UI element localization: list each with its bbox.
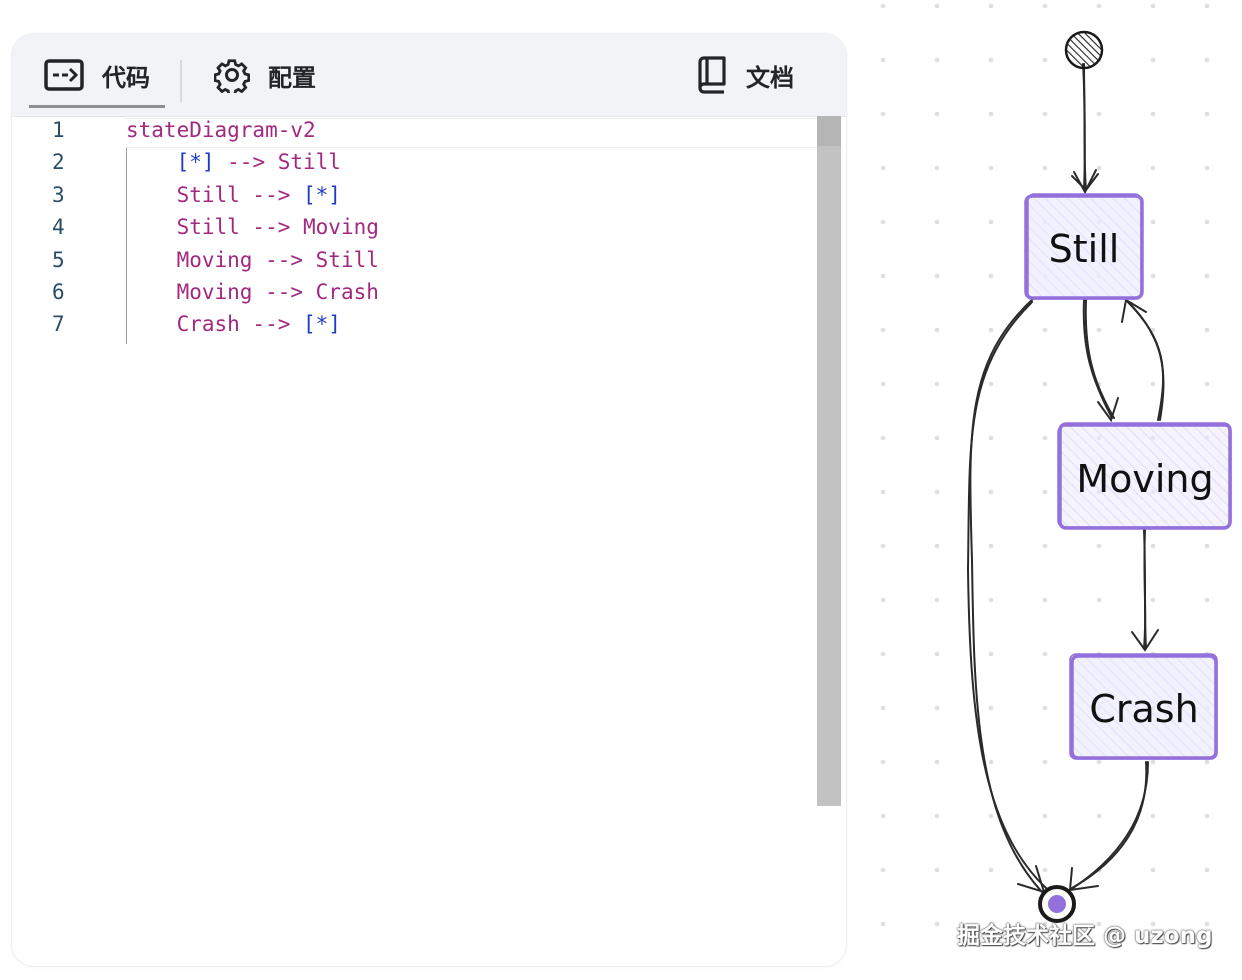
state-diagram-preview: Still Moving Crash [846, 0, 1242, 976]
code-line[interactable]: Still --> Moving [126, 215, 379, 239]
tab-config[interactable]: 配置 [214, 34, 316, 116]
code-line[interactable]: stateDiagram-v2 [126, 118, 316, 142]
code-token: Still --> [176, 182, 304, 207]
scrollbar[interactable] [817, 116, 841, 806]
state-moving-label: Moving [1076, 457, 1213, 501]
state-still-label: Still [1049, 227, 1120, 271]
state-crash-label: Crash [1089, 687, 1198, 731]
code-token: stateDiagram-v2 [126, 118, 316, 142]
code-line[interactable]: Crash --> [*] [126, 312, 341, 336]
tab-code[interactable]: 代码 [44, 34, 150, 116]
code-token: [*] [303, 182, 341, 207]
line-number: 1 [52, 118, 65, 142]
code-line[interactable]: Moving --> Still [126, 248, 379, 272]
start-state [1064, 30, 1104, 70]
code-line[interactable]: [*] --> Still [126, 150, 341, 174]
line-number: 5 [52, 247, 65, 272]
code-token: Crash --> [176, 312, 304, 337]
tab-config-label: 配置 [268, 63, 316, 92]
code-token: Still --> Moving [176, 215, 379, 240]
scrollbar-thumb[interactable] [817, 116, 841, 146]
line-number: 4 [52, 215, 65, 240]
code-token: Moving --> Still [176, 247, 379, 272]
state-moving: Moving [1057, 422, 1232, 530]
code-token: Moving --> Crash [176, 280, 379, 304]
state-crash: Crash [1069, 653, 1218, 760]
code-line[interactable]: Still --> [*] [126, 183, 341, 207]
active-tab-indicator [29, 105, 165, 108]
tab-divider [180, 60, 182, 102]
gear-icon [214, 57, 250, 93]
state-still: Still [1024, 193, 1144, 300]
code-arrow-icon [44, 59, 84, 91]
editor-panel: 代码 配置 文档 1 2 3 4 5 6 7 stateDiagram-v2 [… [12, 34, 846, 966]
tab-bar: 代码 配置 文档 [12, 34, 846, 117]
tab-code-label: 代码 [102, 63, 150, 92]
line-number: 6 [52, 280, 65, 304]
code-token: [*] [303, 312, 341, 337]
code-token: [*] [176, 150, 215, 175]
tab-docs[interactable]: 文档 [696, 34, 794, 116]
code-line[interactable]: Moving --> Crash [126, 280, 379, 304]
line-number: 3 [52, 182, 65, 207]
book-icon [696, 56, 728, 94]
line-number: 2 [52, 150, 65, 175]
watermark: 掘金技术社区 @ uzong [957, 923, 1213, 949]
diagram-canvas: Still Moving Crash [846, 0, 1242, 976]
tab-docs-label: 文档 [746, 63, 794, 92]
code-token: --> Still [214, 150, 341, 175]
line-number: 7 [52, 312, 65, 337]
